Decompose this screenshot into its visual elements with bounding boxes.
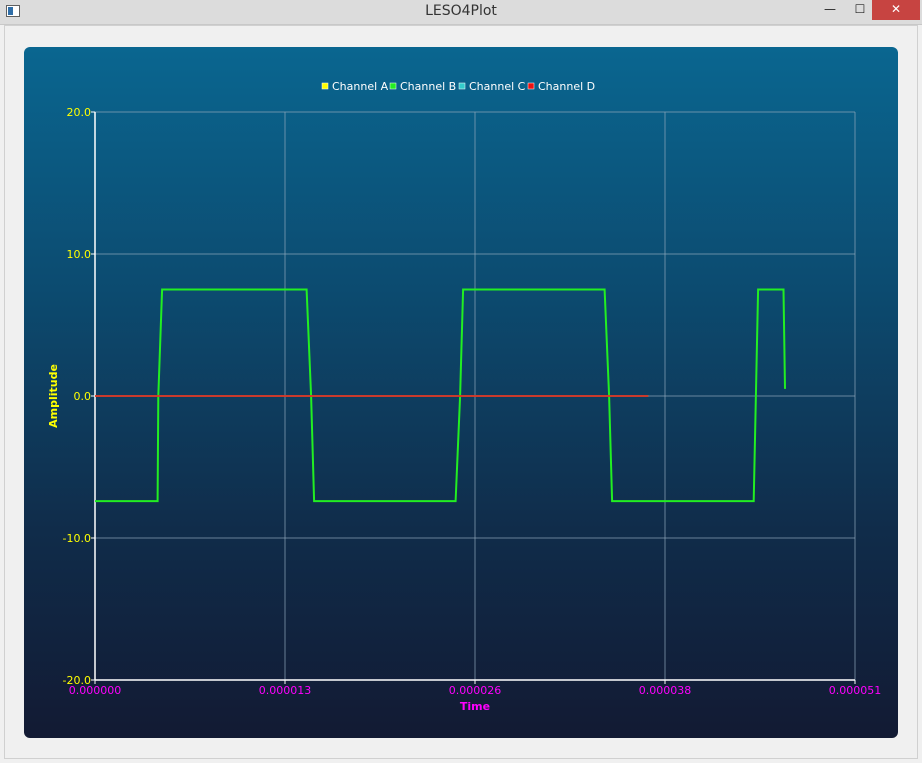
title-bar: LESO4Plot — ☐ ✕ (0, 0, 922, 25)
legend-item-label: Channel B (400, 80, 456, 93)
y-tick-label: -10.0 (63, 532, 91, 545)
legend-item-label: Channel A (332, 80, 389, 93)
y-tick-label: 0.0 (74, 390, 92, 403)
x-tick-label: 0.000051 (829, 684, 882, 697)
legend-item-label: Channel D (538, 80, 595, 93)
legend-item-label: Channel C (469, 80, 526, 93)
x-tick-label: 0.000038 (639, 684, 692, 697)
x-tick-label: 0.000026 (449, 684, 502, 697)
maximize-icon[interactable]: ☐ (846, 0, 874, 20)
legend-swatch (527, 82, 535, 90)
x-tick-label: 0.000000 (69, 684, 122, 697)
y-axis-label: Amplitude (47, 364, 60, 428)
x-tick-label: 0.000013 (259, 684, 312, 697)
x-axis-label: Time (460, 700, 490, 713)
close-icon[interactable]: ✕ (872, 0, 920, 20)
minimize-icon[interactable]: — (816, 0, 844, 20)
window-title: LESO4Plot (425, 3, 497, 19)
plot-panel[interactable]: 20.0 10.0 0.0 -10.0 -20.0 0.000000 0.000013 0.0… (24, 47, 898, 738)
chart[interactable]: 20.010.00.0-10.0-20.00.000000 0.000013 0.0… (24, 47, 898, 738)
legend-swatch (389, 82, 397, 90)
y-tick-label: 10.0 (67, 248, 92, 261)
y-tick-label: 20.0 (67, 106, 92, 119)
legend-swatch (321, 82, 329, 90)
legend-swatch (458, 82, 466, 90)
